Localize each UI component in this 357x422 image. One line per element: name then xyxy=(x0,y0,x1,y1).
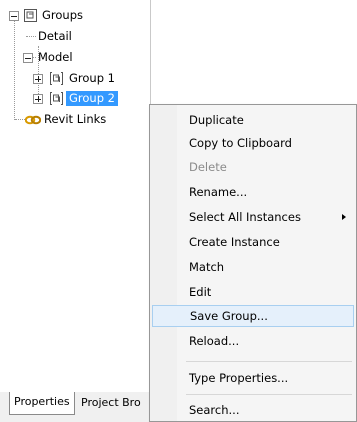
revit-link-icon xyxy=(25,115,41,125)
menu-item-rename[interactable]: Rename... xyxy=(152,181,354,203)
tree-node-revit-links[interactable]: Revit Links xyxy=(0,111,150,128)
tree-label-group-2: Group 2 xyxy=(66,91,118,106)
minus-expander-icon[interactable] xyxy=(9,11,19,21)
menu-item-type-properties[interactable]: Type Properties... xyxy=(152,367,354,389)
revit-window: Groups Detail Model Group 1 Group 2 Revi… xyxy=(0,0,357,422)
menu-item-edit[interactable]: Edit xyxy=(152,281,354,303)
tree-node-groups[interactable]: Groups xyxy=(0,7,150,24)
tree-node-group-2[interactable]: Group 2 xyxy=(0,90,150,107)
menu-item-copy-to-clipboard[interactable]: Copy to Clipboard xyxy=(152,132,354,154)
menu-item-label: Rename... xyxy=(189,185,248,199)
tree-node-group-1[interactable]: Group 1 xyxy=(0,70,150,87)
plus-expander-icon[interactable] xyxy=(33,74,43,84)
menu-item-search[interactable]: Search... xyxy=(152,399,354,421)
menu-item-delete[interactable]: Delete xyxy=(152,156,354,178)
menu-separator xyxy=(186,361,352,362)
menu-item-label: Delete xyxy=(189,160,227,174)
menu-item-label: Copy to Clipboard xyxy=(189,136,292,150)
menu-item-reload[interactable]: Reload... xyxy=(152,330,354,352)
tree-label-detail: Detail xyxy=(38,29,72,43)
tab-project-browser-label: Project Bro xyxy=(81,396,141,409)
menu-item-create-instance[interactable]: Create Instance xyxy=(152,231,354,253)
tree-node-model[interactable]: Model xyxy=(0,49,150,66)
menu-item-label: Type Properties... xyxy=(189,371,289,385)
menu-item-label: Duplicate xyxy=(189,113,244,127)
group-icon xyxy=(50,72,63,85)
menu-item-label: Save Group... xyxy=(190,309,268,323)
tree-label-revit-links: Revit Links xyxy=(44,112,107,126)
minus-expander-icon[interactable] xyxy=(23,53,33,63)
menu-item-select-all-instances[interactable]: Select All Instances xyxy=(152,206,354,228)
context-menu: Duplicate Copy to Clipboard Delete Renam… xyxy=(149,104,357,422)
menu-item-match[interactable]: Match xyxy=(152,256,354,278)
group-icon xyxy=(24,9,37,22)
tab-project-browser[interactable]: Project Bro xyxy=(77,393,154,413)
tree-node-detail[interactable]: Detail xyxy=(0,28,150,45)
plus-expander-icon[interactable] xyxy=(33,94,43,104)
menu-item-duplicate[interactable]: Duplicate xyxy=(152,109,354,131)
tab-properties[interactable]: Properties xyxy=(9,392,75,415)
menu-item-label: Create Instance xyxy=(189,235,280,249)
tree-label-groups: Groups xyxy=(42,8,84,22)
menu-separator xyxy=(186,394,352,395)
tree-label-group-1: Group 1 xyxy=(69,71,115,85)
menu-item-save-group[interactable]: Save Group... xyxy=(152,305,354,327)
group-icon xyxy=(50,92,63,105)
menu-item-label: Match xyxy=(189,260,225,274)
menu-item-label: Reload... xyxy=(189,334,240,348)
submenu-arrow-icon xyxy=(342,214,346,220)
menu-item-label: Edit xyxy=(189,285,212,299)
menu-item-label: Select All Instances xyxy=(189,210,301,224)
tree-label-model: Model xyxy=(38,50,73,64)
tab-properties-label: Properties xyxy=(14,395,70,408)
menu-item-label: Search... xyxy=(189,403,240,417)
